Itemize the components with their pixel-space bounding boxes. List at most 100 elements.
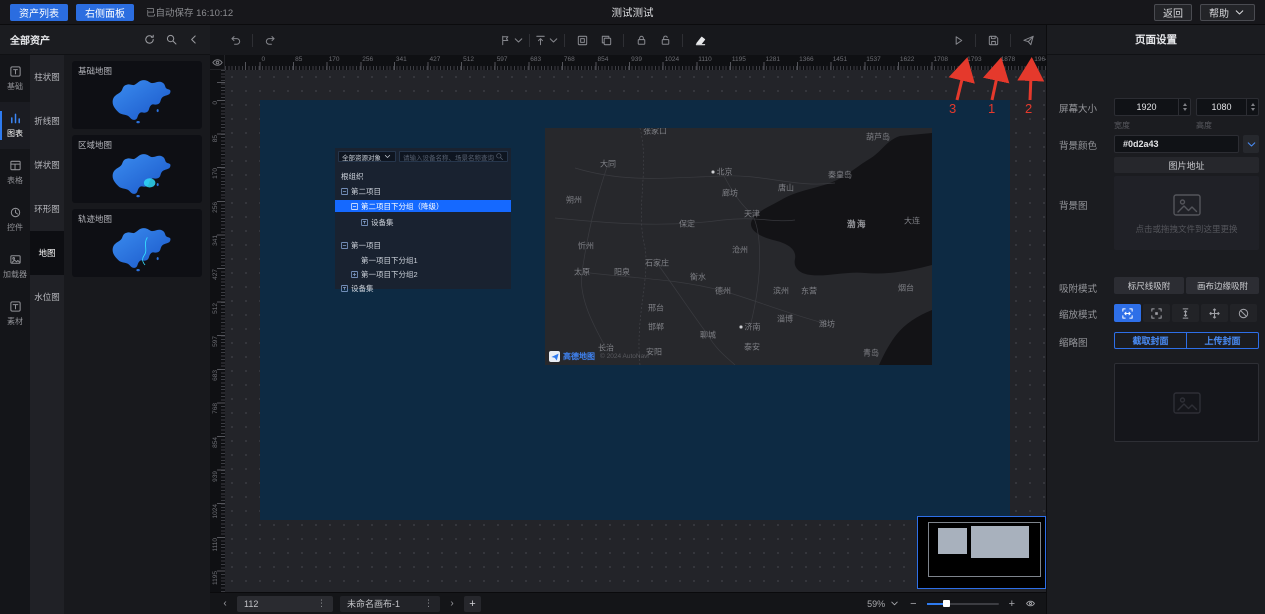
visibility-icon[interactable] — [1025, 598, 1036, 609]
text-icon — [9, 65, 22, 78]
city-label: 济南 — [740, 322, 761, 333]
zoom-in-button[interactable]: + — [1009, 598, 1015, 610]
bg-color-dropdown[interactable] — [1243, 135, 1259, 153]
collapse-node-icon[interactable] — [341, 188, 348, 195]
tree-node[interactable]: 第二项目下分组（降级） — [335, 200, 511, 212]
asset-card[interactable]: 基础地图 — [72, 61, 202, 129]
width-stepper[interactable] — [1178, 99, 1190, 115]
search-icon[interactable] — [165, 33, 178, 46]
collapse-node-icon[interactable] — [341, 242, 348, 249]
tree-node-label: 第二项目下分组（降级） — [361, 201, 444, 212]
image-url-tab[interactable]: 图片地址 — [1114, 157, 1259, 173]
zoom-select[interactable]: 59% — [867, 598, 900, 609]
tree-node[interactable]: 第一项目 — [335, 239, 511, 251]
expand-node-icon[interactable] — [351, 271, 358, 278]
collapse-panel-icon[interactable] — [187, 33, 200, 46]
tree-node[interactable]: 第一项目下分组1 — [335, 254, 511, 266]
category-chart[interactable]: 图表 — [0, 102, 30, 149]
lock-icon[interactable] — [629, 29, 653, 51]
ruler-tick-label: 1281 — [764, 56, 780, 63]
category-loader[interactable]: 加载器 — [0, 243, 30, 290]
page-settings-panel: 页面设置 屏幕大小 1920 1080 宽度 高度 背景颜色 #0d2a43 图… — [1046, 25, 1265, 614]
canvas-tab-2[interactable]: 未命名画布-1 ⋮ — [340, 596, 440, 612]
tree-node[interactable]: 第一项目下分组2 — [335, 268, 511, 280]
subcategory-item[interactable]: 饼状图 — [30, 143, 64, 187]
tab-menu-icon[interactable]: ⋮ — [317, 598, 326, 609]
redo-icon[interactable] — [258, 29, 282, 51]
category-widget[interactable]: 控件 — [0, 196, 30, 243]
eraser-icon[interactable] — [688, 29, 712, 51]
category-material[interactable]: 素材 — [0, 290, 30, 337]
save-icon[interactable] — [981, 29, 1005, 51]
copy-icon[interactable] — [594, 29, 618, 51]
tree-node[interactable]: 第二项目 — [335, 185, 511, 197]
ruler-tick-label: 427 — [428, 56, 441, 63]
assets-panel-header: 全部资产 — [0, 25, 210, 55]
scale-fit-width-button[interactable] — [1114, 304, 1141, 322]
tree-search-input[interactable]: 请输入设备名称、场景名称查询 — [399, 151, 508, 162]
subcategory-item[interactable]: 地图 — [30, 231, 64, 275]
device-tree-widget[interactable]: 全部资源对象 请输入设备名称、场景名称查询 根组织第二项目第二项目下分组（降级）… — [335, 148, 511, 289]
category-basic[interactable]: 基础 — [0, 55, 30, 102]
ruler-tick-label: 85 — [293, 56, 302, 63]
asset-list-button[interactable]: 资产列表 — [10, 4, 68, 21]
tab-menu-icon[interactable]: ⋮ — [424, 598, 433, 609]
right-panel-button[interactable]: 右侧面板 — [76, 4, 134, 21]
bg-image-upload[interactable]: 点击或拖拽文件到这里更换 — [1114, 176, 1259, 250]
upload-cover-button[interactable]: 上传封面 — [1187, 333, 1258, 348]
subcategory-item[interactable]: 环形图 — [30, 187, 64, 231]
device-set-icon[interactable] — [341, 285, 348, 292]
scale-none-button[interactable] — [1230, 304, 1257, 322]
canvas-viewport[interactable]: 全部资源对象 请输入设备名称、场景名称查询 根组织第二项目第二项目下分组（降级）… — [225, 70, 1046, 592]
undo-icon[interactable] — [223, 29, 247, 51]
preview-icon[interactable] — [946, 29, 970, 51]
tabs-next-icon[interactable]: › — [447, 598, 457, 609]
align-horizontal-icon[interactable] — [500, 29, 524, 51]
tree-filter-dropdown[interactable]: 全部资源对象 — [338, 151, 396, 162]
subcategory-item[interactable]: 折线图 — [30, 99, 64, 143]
group-icon[interactable] — [570, 29, 594, 51]
scale-fit-height-button[interactable] — [1172, 304, 1199, 322]
add-canvas-button[interactable]: + — [464, 596, 481, 612]
category-table[interactable]: 表格 — [0, 149, 30, 196]
collapse-node-icon[interactable] — [351, 203, 358, 210]
vertical-ruler[interactable]: 0851702563414275125976837688549391024111… — [210, 70, 225, 592]
zoom-slider[interactable] — [927, 603, 999, 605]
tree-node[interactable]: 根组织 — [335, 170, 511, 182]
asset-card[interactable]: 轨迹地图 — [72, 209, 202, 277]
thumbnail-label: 缩略图 — [1059, 335, 1088, 349]
align-vertical-icon[interactable] — [535, 29, 559, 51]
height-stepper[interactable] — [1246, 99, 1258, 115]
horizontal-ruler[interactable]: 0851702563414275125976837688549391024111… — [225, 55, 1046, 70]
ruler-toggle[interactable] — [210, 55, 225, 70]
minimap[interactable] — [917, 516, 1046, 589]
zoom-out-button[interactable]: − — [910, 598, 916, 610]
tree-node[interactable]: 设备集 — [335, 282, 511, 294]
canvas-tab-1[interactable]: 112 ⋮ — [237, 596, 333, 612]
asset-card[interactable]: 区域地图 — [72, 135, 202, 203]
subcategory-item[interactable]: 柱状图 — [30, 55, 64, 99]
scale-free-button[interactable] — [1201, 304, 1228, 322]
back-button[interactable]: 返回 — [1154, 4, 1192, 21]
ruler-tick-label: 1622 — [898, 56, 914, 63]
ruler-tick-label: 341 — [212, 235, 219, 246]
tabs-prev-icon[interactable]: ‹ — [220, 598, 230, 609]
map-widget[interactable]: 张家口葫芦岛大同北京秦皇岛朔州廊坊唐山天津保定渤海大连忻州沧州太原阳泉石家庄衡水… — [545, 128, 932, 365]
bg-color-input[interactable]: #0d2a43 — [1114, 135, 1239, 153]
city-label: 东营 — [801, 286, 817, 297]
device-set-icon[interactable] — [361, 219, 368, 226]
unlock-icon[interactable] — [653, 29, 677, 51]
tree-node[interactable]: 设备集 — [335, 216, 511, 228]
subcategory-item[interactable]: 水位图 — [30, 275, 64, 319]
scale-fit-screen-button[interactable] — [1143, 304, 1170, 322]
zoom-slider-handle[interactable] — [943, 600, 950, 607]
snap-edge-button[interactable]: 画布边缘吸附 — [1186, 277, 1259, 294]
page-title: 测试测试 — [300, 5, 965, 20]
width-input[interactable]: 1920 — [1114, 98, 1191, 116]
snap-ruler-button[interactable]: 标尺线吸附 — [1114, 277, 1184, 294]
capture-cover-button[interactable]: 截取封面 — [1115, 333, 1187, 348]
refresh-icon[interactable] — [143, 33, 156, 46]
height-input[interactable]: 1080 — [1196, 98, 1259, 116]
help-button[interactable]: 帮助 — [1200, 4, 1255, 21]
publish-icon[interactable] — [1016, 29, 1040, 51]
